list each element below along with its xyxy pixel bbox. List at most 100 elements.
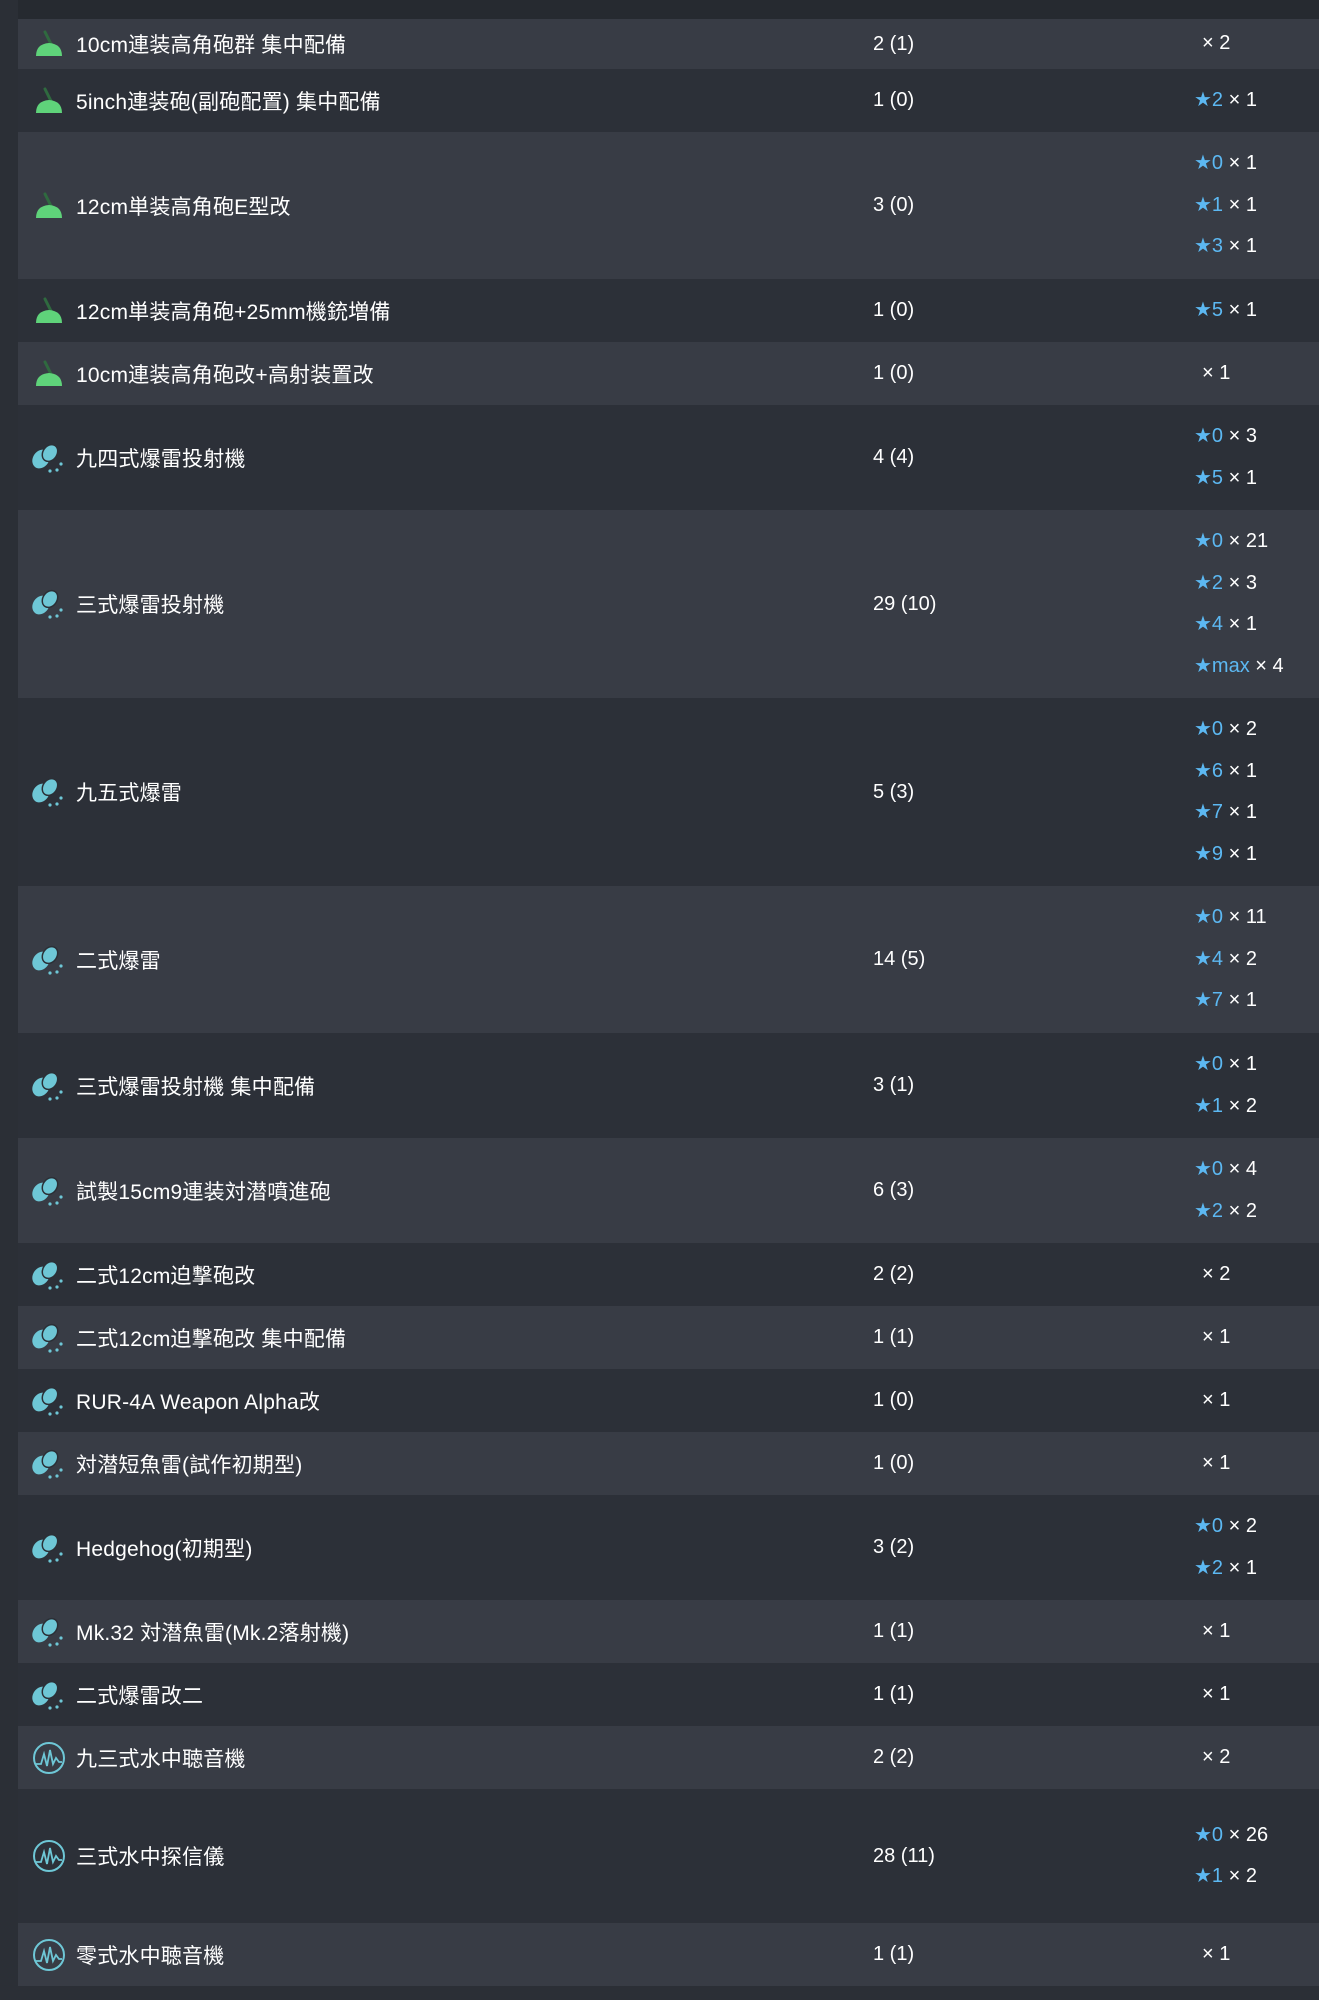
improvement-list: ★0 × 2 ★2 × 1 — [1194, 1506, 1257, 1589]
improvement-list: ★0 × 26 ★1 × 2 — [1194, 1815, 1268, 1898]
improvement-star: ★0 — [1194, 1823, 1224, 1846]
improvement-entry: ★1 × 1 — [1194, 185, 1257, 227]
equipment-row: 試製15cm9連装対潜噴進砲 6 (3) ★0 × 4 ★2 × 2 — [18, 1138, 1319, 1243]
improvement-entry: ★0 × 1 — [1194, 143, 1257, 185]
improvement-quantity: × 2 — [1223, 1094, 1257, 1117]
equipment-name: 三式水中探信儀 — [76, 1846, 225, 1869]
equipment-name: 試製15cm9連装対潜噴進砲 — [76, 1180, 331, 1204]
equipment-row: Mk.32 対潜魚雷(Mk.2落射機) 1 (1) × 1 — [18, 1600, 1319, 1663]
improvement-entry: × 2 — [1194, 23, 1230, 65]
depth-charge-icon — [28, 1318, 70, 1358]
equipment-count: 3 (0) — [873, 194, 915, 216]
improvement-quantity: × 2 — [1223, 1865, 1257, 1887]
equipment-name: 九四式爆雷投射機 — [76, 447, 246, 471]
equipment-name: 12cm単装高角砲E型改 — [76, 195, 291, 219]
improvement-entry: × 1 — [1194, 1317, 1230, 1359]
improvement-quantity: × 3 — [1223, 571, 1257, 594]
improvement-list: × 2 — [1194, 1737, 1230, 1779]
improvement-entry: ★1 × 2 — [1194, 1856, 1268, 1898]
equipment-row: 九五式爆雷 5 (3) ★0 × 2 ★6 × 1 ★7 × 1 ★9 × 1 — [18, 698, 1319, 886]
improvement-quantity: × 1 — [1223, 88, 1257, 111]
improvement-quantity: × 2 — [1223, 1515, 1257, 1537]
equipment-row: 12cm単装高角砲E型改 3 (0) ★0 × 1 ★1 × 1 ★3 × 1 — [18, 132, 1319, 279]
improvement-quantity: × 1 — [1202, 1388, 1231, 1411]
improvement-quantity: × 1 — [1223, 152, 1257, 175]
improvement-quantity: × 2 — [1223, 718, 1257, 740]
improvement-star: ★max — [1194, 654, 1250, 677]
improvement-entry: × 1 — [1194, 1380, 1230, 1422]
improvement-entry: ★6 × 1 — [1194, 751, 1257, 793]
improvement-entry: ★2 × 1 — [1194, 1548, 1257, 1590]
improvement-quantity: × 11 — [1223, 906, 1267, 929]
equipment-row: 10cm連装高角砲改+高射装置改 1 (0) × 1 — [18, 342, 1319, 405]
improvement-quantity: × 1 — [1202, 1682, 1231, 1705]
equipment-row: 二式12cm迫撃砲改 2 (2) × 2 — [18, 1243, 1319, 1306]
equipment-row: 九四式爆雷投射機 4 (4) ★0 × 3 ★5 × 1 — [18, 405, 1319, 510]
improvement-entry: ★2 × 2 — [1194, 1191, 1257, 1233]
improvement-star: ★7 — [1194, 989, 1224, 1012]
improvement-list: ★0 × 2 ★6 × 1 ★7 × 1 ★9 × 1 — [1194, 709, 1257, 875]
depth-charge-icon — [28, 1171, 70, 1211]
depth-charge-icon — [28, 438, 70, 478]
depth-charge-icon — [28, 1528, 70, 1568]
improvement-list: ★0 × 11 ★4 × 2 ★7 × 1 — [1194, 897, 1267, 1022]
equipment-row: 三式爆雷投射機 29 (10) ★0 × 21 ★2 × 3 ★4 × 1 ★max × … — [18, 510, 1319, 698]
equipment-row: 三式爆雷投射機 集中配備 3 (1) ★0 × 1 ★1 × 2 — [18, 1033, 1319, 1138]
improvement-list: × 2 — [1194, 23, 1230, 65]
improvement-list: × 1 — [1194, 1380, 1230, 1422]
improvement-entry: × 1 — [1194, 1674, 1230, 1716]
improvement-star: ★4 — [1194, 613, 1224, 635]
improvement-quantity: × 1 — [1202, 361, 1231, 384]
improvement-entry: × 2 — [1194, 1737, 1230, 1779]
improvement-star: ★4 — [1194, 947, 1224, 970]
equipment-count: 1 (0) — [873, 1389, 915, 1411]
improvement-star: ★7 — [1194, 801, 1224, 823]
equipment-row: 零式水中聴音機 1 (1) × 1 — [18, 1923, 1319, 1986]
improvement-quantity: × 1 — [1223, 1556, 1257, 1579]
improvement-quantity: × 4 — [1223, 1158, 1257, 1180]
improvement-quantity: × 1 — [1223, 1053, 1257, 1075]
equipment-row: 三式水中探信儀 28 (11) ★0 × 26 ★1 × 2 — [18, 1789, 1319, 1923]
improvement-entry: × 1 — [1194, 1934, 1230, 1976]
equipment-count: 14 (5) — [873, 948, 926, 970]
improvement-entry: ★0 × 4 — [1194, 1149, 1257, 1191]
equipment-row: Hedgehog(初期型) 3 (2) ★0 × 2 ★2 × 1 — [18, 1495, 1319, 1600]
equipment-name: Mk.32 対潜魚雷(Mk.2落射機) — [76, 1621, 350, 1645]
improvement-quantity: × 1 — [1223, 466, 1257, 489]
improvement-quantity: × 21 — [1223, 530, 1269, 552]
improvement-entry: ★5 × 1 — [1194, 458, 1257, 500]
improvement-quantity: × 2 — [1202, 1262, 1231, 1285]
equipment-count: 5 (3) — [873, 780, 915, 803]
equipment-count: 2 (2) — [873, 1746, 915, 1768]
improvement-list: × 1 — [1194, 1317, 1230, 1359]
improvement-quantity: × 1 — [1223, 989, 1257, 1012]
equipment-count: 1 (0) — [873, 362, 915, 384]
improvement-quantity: × 3 — [1223, 425, 1257, 447]
improvement-entry: ★0 × 21 — [1194, 521, 1284, 563]
equipment-count: 29 (10) — [873, 592, 937, 615]
improvement-entry: × 1 — [1194, 1443, 1230, 1485]
equipment-name: 二式12cm迫撃砲改 — [76, 1264, 256, 1288]
improvement-entry: × 1 — [1194, 353, 1230, 395]
equipment-name: 九五式爆雷 — [76, 782, 182, 805]
improvement-quantity: × 2 — [1202, 32, 1231, 55]
equipment-count: 1 (1) — [873, 1683, 915, 1705]
improvement-entry: ★2 × 1 — [1194, 80, 1257, 122]
improvement-entry: × 2 — [1194, 1254, 1230, 1296]
improvement-star: ★9 — [1194, 842, 1224, 865]
improvement-quantity: × 1 — [1202, 1451, 1231, 1474]
improvement-entry: ★7 × 1 — [1194, 792, 1257, 834]
equipment-row: 10cm連装高角砲群 集中配備 2 (1) × 2 — [18, 19, 1319, 69]
equipment-name: 二式爆雷 — [76, 949, 161, 973]
equipment-name: 零式水中聴音機 — [76, 1944, 225, 1968]
equipment-name: 二式12cm迫撃砲改 集中配備 — [76, 1327, 347, 1351]
equipment-name: 九三式水中聴音機 — [76, 1747, 246, 1771]
improvement-entry: ★0 × 1 — [1194, 1044, 1257, 1086]
improvement-star: ★0 — [1194, 906, 1224, 929]
improvement-entry: ★4 × 2 — [1194, 939, 1267, 981]
improvement-star: ★5 — [1194, 466, 1224, 489]
improvement-star: ★2 — [1194, 1556, 1224, 1579]
improvement-list: ★0 × 1 ★1 × 2 — [1194, 1044, 1257, 1127]
improvement-star: ★6 — [1194, 759, 1224, 782]
improvement-star: ★0 — [1194, 1515, 1224, 1537]
